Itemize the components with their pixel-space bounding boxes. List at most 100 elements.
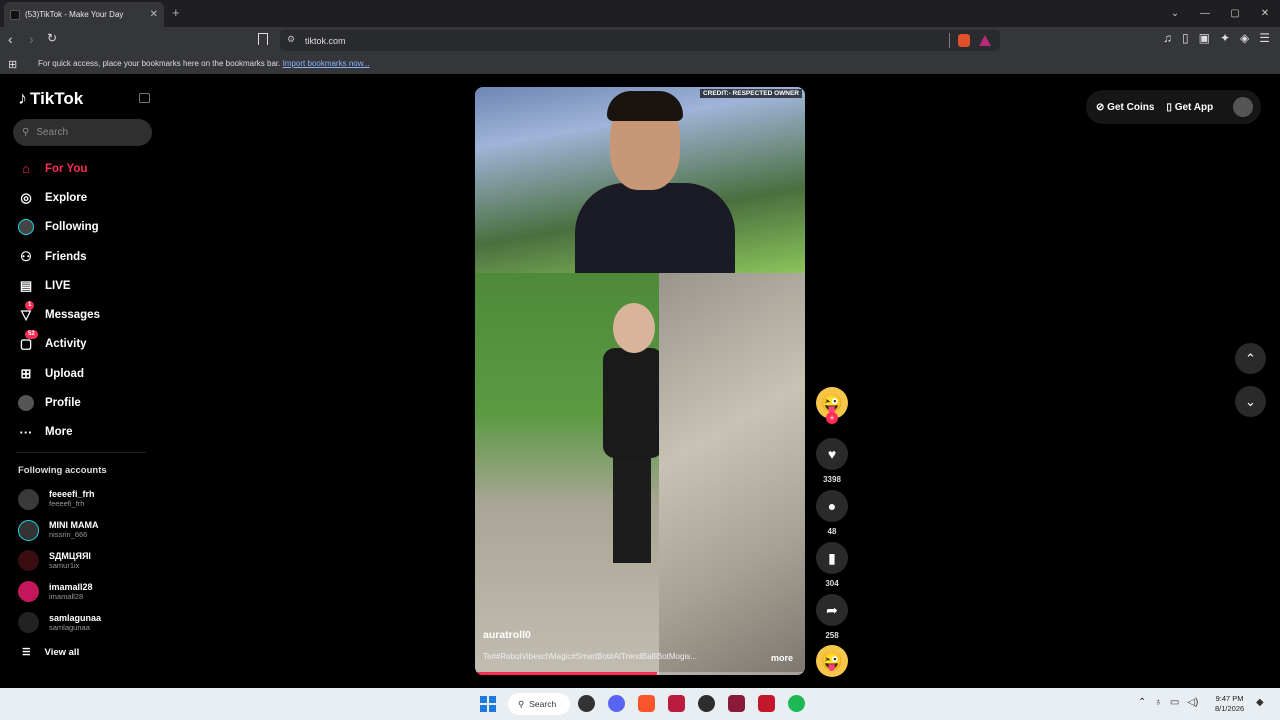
more-icon: ··· [19,424,33,440]
account-name: samlagunaa [49,612,102,623]
brave-shields-icon[interactable] [958,34,970,47]
nav-activity[interactable]: ▢ 52 Activity [18,330,100,359]
menu-icon[interactable]: ☰ [1259,31,1270,45]
get-coins-button[interactable]: ⊘ Get Coins [1096,102,1154,113]
account-item[interactable]: feeeefi_frh feeeefi_frh [18,484,101,515]
video-player[interactable]: CREDIT:- RESPECTED OWNER auratroll0 Te##… [475,87,805,675]
app-icon[interactable] [698,695,715,712]
like-button[interactable]: ♥ [816,438,848,470]
nav-label: Upload [45,367,84,380]
nav-label: Friends [45,250,87,263]
windows-taskbar: ⚲ Search ⌃ ♁ ▭ ◁) 9:47 PM 8/1/2026 ◆ [0,688,1280,720]
taskbar-search[interactable]: ⚲ Search [508,693,570,715]
avatar [18,488,39,510]
comment-button[interactable]: ● [816,490,848,522]
comment-icon: ● [827,498,837,514]
nav-label: LIVE [45,279,71,292]
wallet-icon[interactable]: ▣ [1199,31,1210,45]
collapse-sidebar-icon[interactable] [139,93,150,103]
tab-search-icon[interactable]: ⌄ [1160,8,1190,19]
app-icon[interactable] [758,695,775,712]
maximize-button[interactable]: ▢ [1220,8,1250,19]
chevron-down-icon: ⌄ [1245,393,1256,409]
account-item[interactable]: imamall28 imamall28 [18,576,101,607]
next-video-button[interactable]: ⌄ [1235,386,1266,417]
credit-label: CREDIT:- RESPECTED OWNER [699,89,802,98]
creator-avatar[interactable]: 😜 + [816,387,848,424]
app-icon[interactable] [578,695,595,712]
nav-live[interactable]: ▤ LIVE [18,271,100,300]
follow-plus-icon[interactable]: + [826,412,838,424]
discord-icon[interactable] [608,695,625,712]
nav-upload[interactable]: ⊞ Upload [18,359,100,388]
import-bookmarks-link[interactable]: Import bookmarks now... [283,59,370,68]
back-button[interactable]: ‹ [8,31,13,47]
bookmark-save-icon: ▮ [828,549,836,566]
caption-more-button[interactable]: more [771,653,793,663]
search-input[interactable] [36,127,132,138]
media-icon[interactable]: ♫ [1163,31,1172,45]
nav-explore[interactable]: ◎ Explore [18,183,100,212]
search-box[interactable]: ⚲ [13,119,152,146]
view-all-button[interactable]: ☰ View all [22,647,79,658]
address-bar[interactable]: ⚙ tiktok.com [280,30,1000,51]
share-count: 258 [825,631,839,640]
get-app-button[interactable]: ▯ Get App [1166,102,1213,113]
sidebar-toggle-icon[interactable]: ▯ [1182,31,1189,45]
video-author[interactable]: auratroll0 [483,629,531,641]
nav-friends[interactable]: ⚇ Friends [18,242,100,271]
browser-tab-strip: (53)TikTok - Make Your Day ✕ + ⌄ — ▢ ✕ [0,0,1280,27]
account-item[interactable]: samlagunaa samlagunaa [18,607,101,638]
minimize-button[interactable]: — [1190,8,1220,19]
friends-icon: ⚇ [20,248,32,264]
nav-for-you[interactable]: ⌂ For You [18,154,100,183]
app-icon[interactable] [668,695,685,712]
app-icon[interactable] [728,695,745,712]
tiktok-favicon-icon [10,9,20,20]
previous-video-button[interactable]: ⌃ [1235,343,1266,374]
brave-rewards-icon[interactable] [979,35,991,46]
spotify-icon[interactable] [788,695,805,712]
upload-icon: ⊞ [20,365,32,381]
video-progress-bar[interactable] [475,672,805,675]
close-window-button[interactable]: ✕ [1250,8,1280,19]
close-tab-icon[interactable]: ✕ [150,9,158,20]
microphone-icon[interactable]: ♁ [1154,697,1162,708]
bookmarks-bar: ⊞ For quick access, place your bookmarks… [0,54,1280,74]
sound-disc[interactable]: 😜 [816,645,848,677]
new-tab-button[interactable]: + [172,5,180,20]
chevron-up-icon[interactable]: ⌃ [1138,697,1146,708]
nav-following[interactable]: Following [18,213,100,242]
account-item[interactable]: MINI MAMA nissrin_666 [18,515,101,546]
windows-start-icon[interactable] [480,696,496,712]
nav-more[interactable]: ··· More [18,418,100,447]
nav-profile[interactable]: Profile [18,388,100,417]
tab-title: (53)TikTok - Make Your Day [25,10,124,19]
volume-icon[interactable]: ◁) [1187,697,1198,708]
site-info-icon[interactable]: ⚙ [287,34,295,45]
brave-icon[interactable] [638,695,655,712]
forward-button[interactable]: › [29,31,34,47]
browser-tab-tiktok[interactable]: (53)TikTok - Make Your Day ✕ [4,2,164,27]
profile-avatar-icon [18,395,34,412]
bookmark-icon[interactable] [258,33,268,45]
user-avatar[interactable] [1233,97,1254,117]
apps-grid-icon[interactable]: ⊞ [8,58,17,71]
vpn-icon[interactable]: ◈ [1240,31,1249,45]
network-icon[interactable]: ▭ [1170,697,1179,708]
save-button[interactable]: ▮ [816,542,848,574]
reload-button[interactable]: ↻ [47,31,57,45]
list-icon: ☰ [22,647,31,658]
taskbar-clock[interactable]: 9:47 PM 8/1/2026 [1215,694,1244,714]
nav-messages[interactable]: ▽ 1 Messages [18,300,100,329]
leo-ai-icon[interactable]: ✦ [1220,31,1230,45]
notification-icon[interactable]: ◆ [1256,697,1264,708]
share-button[interactable]: ➦ [816,594,848,626]
comment-count: 48 [827,527,837,536]
like-count: 3398 [823,475,841,484]
account-item[interactable]: ЅДМЦЯЯI samur1ix [18,546,101,577]
tiktok-logo[interactable]: ♪ TikTok [18,88,83,109]
avatar [18,612,39,634]
bookmarks-hint-text: For quick access, place your bookmarks h… [38,59,281,68]
bookmarks-hint: For quick access, place your bookmarks h… [38,59,370,68]
